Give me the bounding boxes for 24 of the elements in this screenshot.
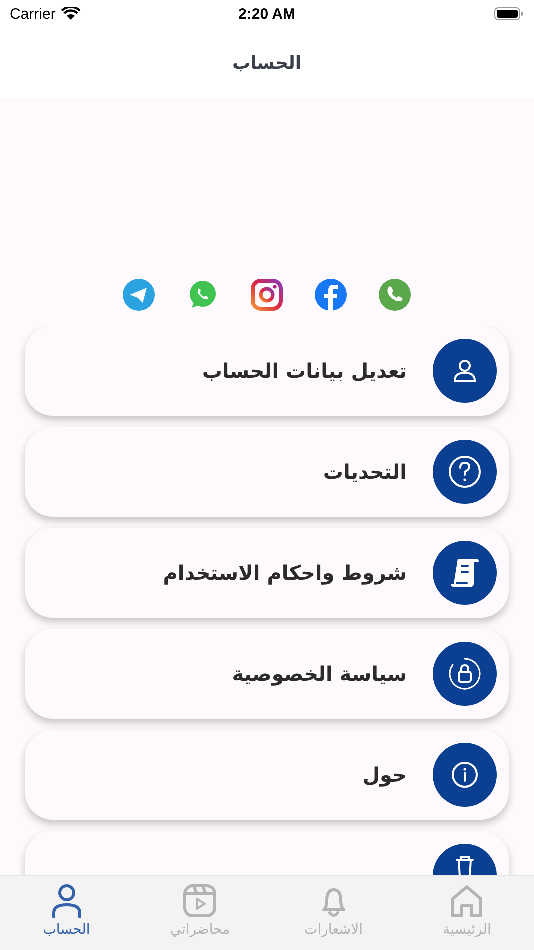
battery-icon [494, 7, 524, 21]
time-label: 2:20 AM [238, 6, 296, 22]
menu-item[interactable]: تعديل بيانات الحساب [25, 326, 509, 416]
menu-item[interactable]: شروط واحكام الاستخدام [25, 528, 509, 618]
menu-item-label: تعديل بيانات الحساب [202, 359, 407, 383]
camera-icon[interactable] [250, 278, 284, 312]
video-icon [181, 882, 220, 920]
menu-item[interactable]: سياسة الخصوصية [25, 629, 509, 719]
phone-icon[interactable] [378, 278, 412, 312]
wifi-icon [60, 7, 81, 21]
facebook-icon[interactable] [314, 278, 348, 312]
menu-item[interactable]: حول [25, 730, 509, 820]
lock-icon [447, 656, 483, 692]
telegram-icon[interactable] [122, 278, 156, 312]
tab[interactable]: الحساب [0, 876, 134, 950]
menu-item-label: حول [362, 763, 407, 787]
carrier-label: Carrier [10, 6, 56, 22]
question-icon [447, 454, 483, 490]
menu-item-label: سياسة الخصوصية [232, 662, 407, 686]
menu-item-label: التحديات [323, 460, 407, 484]
menu-item[interactable]: التحديات [25, 427, 509, 517]
trash-icon [456, 856, 474, 875]
page-title: الحساب [232, 52, 302, 74]
menu-item-label: شروط واحكام الاستخدام [163, 561, 407, 585]
